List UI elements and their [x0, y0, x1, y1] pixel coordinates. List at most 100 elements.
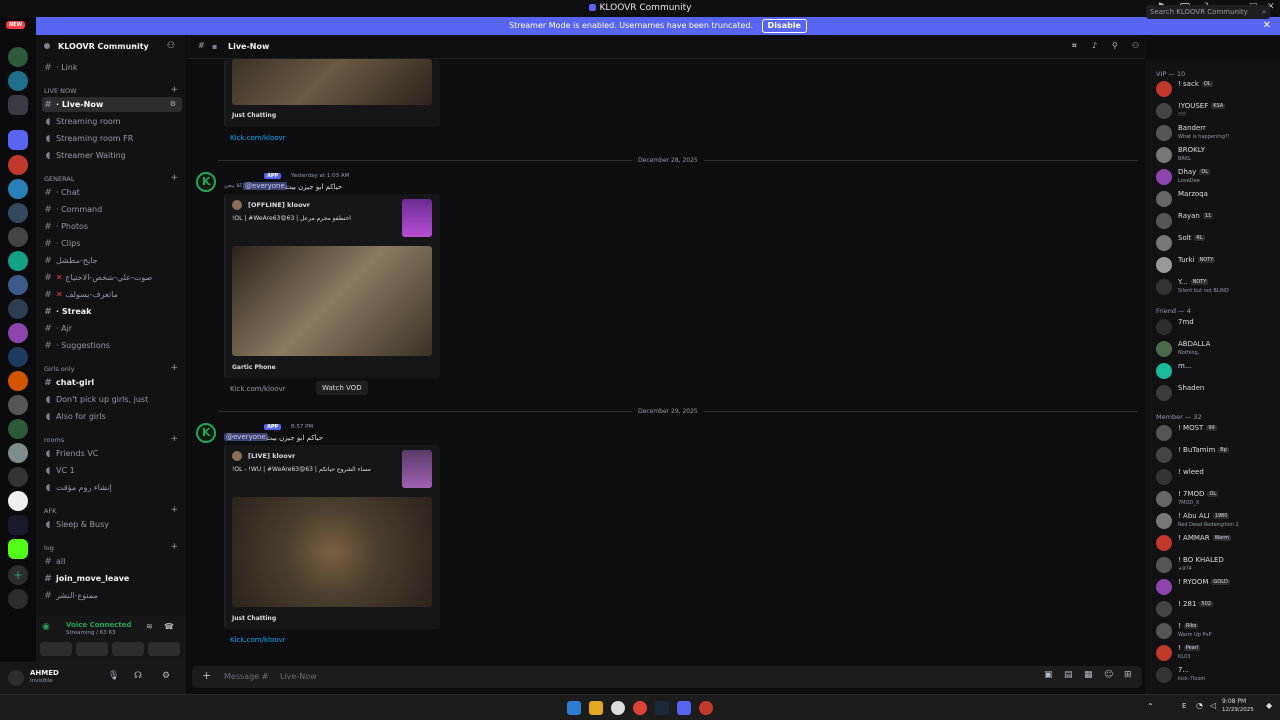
stream-thumbnail[interactable]	[232, 246, 432, 356]
member-row[interactable]: ! Riko Warm Up PvP	[1154, 621, 1276, 641]
member-row[interactable]: ! 7MOD OL 7MOD_X	[1154, 489, 1276, 509]
disable-button[interactable]: Disable	[761, 19, 807, 33]
steam-icon[interactable]	[655, 701, 669, 715]
tray-chevron-icon[interactable]: ⌃	[1147, 702, 1154, 711]
channel-friends-vc[interactable]: ◖ Friends VC	[42, 446, 182, 461]
channel-create-room[interactable]: ◖ إنشاء روم مؤقت	[42, 480, 182, 495]
channel-all[interactable]: # all	[42, 554, 182, 569]
member-row[interactable]: ! BuTamim Bp	[1154, 445, 1276, 465]
clock-date[interactable]: 12/29/2025	[1222, 707, 1254, 713]
soundboard-button[interactable]	[148, 642, 180, 656]
sticker-icon[interactable]: ▦	[1084, 670, 1093, 680]
channel-join-move-leave[interactable]: # join_move_leave	[42, 571, 182, 586]
server-icon[interactable]	[8, 395, 28, 415]
embed-title[interactable]: !OL | #WeAre63😡63 | اختطفو مجرم مرعل	[232, 215, 351, 222]
channel-arabic-3[interactable]: # ✕ ماتعرف-يسولف	[42, 287, 182, 302]
channel-photos[interactable]: # · Photos	[42, 219, 182, 234]
chrome-icon[interactable]	[633, 701, 647, 715]
category-afk[interactable]: AFK	[44, 507, 56, 515]
channel-chat-girl[interactable]: # chat-girl	[42, 375, 182, 390]
channel-vc1[interactable]: ◖ VC 1	[42, 463, 182, 478]
category-log[interactable]: log	[44, 544, 54, 552]
clock-time[interactable]: 9:08 PM	[1222, 698, 1246, 705]
server-icon[interactable]	[8, 371, 28, 391]
channel-ajr[interactable]: # · Ajr	[42, 321, 182, 336]
server-icon[interactable]	[8, 203, 28, 223]
server-icon[interactable]	[8, 251, 28, 271]
channel-command[interactable]: # · Command	[42, 202, 182, 217]
file-explorer-icon[interactable]	[589, 701, 603, 715]
watch-vod-button[interactable]: Watch VOD	[316, 381, 368, 395]
member-row[interactable]: ! 281 502	[1154, 599, 1276, 619]
add-channel-icon[interactable]: +	[170, 542, 178, 552]
category-general[interactable]: GENERAL	[44, 175, 74, 183]
add-channel-icon[interactable]: +	[170, 505, 178, 515]
server-icon[interactable]	[8, 299, 28, 319]
banner-close-icon[interactable]: ✕	[1263, 17, 1271, 35]
voice-status[interactable]: Voice Connected	[66, 621, 132, 629]
member-row[interactable]: Marzoqa	[1154, 189, 1276, 209]
member-row[interactable]: ! sack OL	[1154, 79, 1276, 99]
stream-thumbnail[interactable]	[232, 59, 432, 105]
member-row[interactable]: m...	[1154, 361, 1276, 381]
embed-title[interactable]: !OL - !WU | #WeAre63😡63 | مساء الشروع حي…	[232, 466, 371, 473]
kick-link[interactable]: Kick.com/kloovr	[230, 134, 286, 142]
settings-app-icon[interactable]	[611, 701, 625, 715]
server-icon[interactable]	[8, 347, 28, 367]
member-row[interactable]: Banderr What is happening?!	[1154, 123, 1276, 143]
add-member-icon[interactable]: ⚇	[167, 41, 175, 51]
pin-icon[interactable]: ⚲	[1112, 41, 1118, 50]
member-row[interactable]: ! MOST 99	[1154, 423, 1276, 443]
discord-icon[interactable]	[677, 701, 691, 715]
channel-streamer-waiting[interactable]: ◖ Streamer Waiting	[42, 148, 182, 163]
activity-button[interactable]	[112, 642, 144, 656]
channel-arabic-1[interactable]: # جايح-مطشل	[42, 253, 182, 268]
add-attachment-icon[interactable]: +	[202, 669, 211, 682]
noise-icon[interactable]: ≋	[146, 622, 153, 631]
channel-chat[interactable]: # · Chat	[42, 185, 182, 200]
server-icon[interactable]	[8, 47, 28, 67]
server-icon[interactable]	[8, 443, 28, 463]
channel-streak[interactable]: # · Streak	[42, 304, 182, 319]
start-icon[interactable]	[567, 701, 581, 715]
gear-icon[interactable]: ⚙	[162, 671, 170, 681]
language-indicator[interactable]: E	[1182, 702, 1186, 710]
member-row[interactable]: 7... kick-7loom	[1154, 665, 1276, 685]
app-icon[interactable]	[699, 701, 713, 715]
channel-suggestions[interactable]: # · Suggestions	[42, 338, 182, 353]
server-icon[interactable]	[8, 227, 28, 247]
channel-no-ads[interactable]: # ممنوع-النشر	[42, 588, 182, 603]
channel-clips[interactable]: # · Clips	[42, 236, 182, 251]
add-channel-icon[interactable]: +	[170, 363, 178, 373]
bell-icon[interactable]: ♪	[1092, 41, 1097, 50]
avatar[interactable]	[196, 423, 216, 443]
embed-author[interactable]: [OFFLINE] kloovr	[248, 201, 310, 209]
emoji-icon[interactable]: ☺	[1104, 670, 1113, 680]
server-icon[interactable]	[8, 323, 28, 343]
member-row[interactable]: ! RYOOM GOLD	[1154, 577, 1276, 597]
disconnect-icon[interactable]: ☎	[164, 622, 174, 631]
member-row[interactable]: ! BO KHALED +974	[1154, 555, 1276, 575]
member-row[interactable]: BROKLY BRKL	[1154, 145, 1276, 165]
add-channel-icon[interactable]: +	[170, 85, 178, 95]
channel-arabic-2[interactable]: # ✕ صوت-علي-شخص-الاحتياج	[42, 270, 182, 285]
category-girls-only[interactable]: Girls only	[44, 365, 75, 373]
guild-header[interactable]: KLOOVR Community ⌄ ⚇	[36, 35, 186, 59]
headphones-icon[interactable]: ☊	[134, 671, 142, 681]
server-icon[interactable]	[8, 515, 28, 535]
server-icon[interactable]	[8, 155, 28, 175]
add-server-icon[interactable]: +	[8, 565, 28, 585]
member-row[interactable]: ! Abu ALI 1980 Red Dead Redemption 2	[1154, 511, 1276, 531]
member-row[interactable]: 7md	[1154, 317, 1276, 337]
search-input[interactable]: Search KLOOVR Community ⌕	[1146, 5, 1270, 19]
member-row[interactable]: ! AMMAR Warm	[1154, 533, 1276, 553]
category-live-now[interactable]: LIVE NOW	[44, 87, 77, 95]
server-icon[interactable]	[8, 491, 28, 511]
kick-link[interactable]: Kick.com/kloovr	[230, 636, 286, 644]
member-row[interactable]: ABDALLA Nothing,	[1154, 339, 1276, 359]
kick-link[interactable]: Kick.com/kloovr	[230, 385, 286, 393]
notification-icon[interactable]: ◆	[1266, 701, 1272, 710]
member-row[interactable]: ! wleed	[1154, 467, 1276, 487]
add-channel-icon[interactable]: +	[170, 173, 178, 183]
channel-sleep-busy[interactable]: ◖ Sleep & Busy	[42, 517, 182, 532]
